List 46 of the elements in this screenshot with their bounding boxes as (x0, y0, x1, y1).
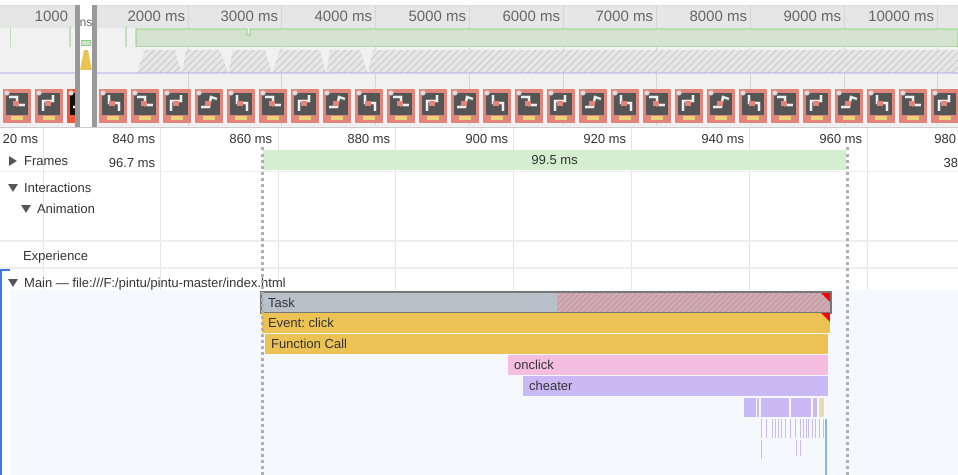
overview-tick-label: 6000 ms (502, 8, 560, 26)
overview-tick-label: 3000 ms (220, 8, 278, 26)
time-ruler-label: 860 ms (229, 131, 272, 147)
time-ruler-label: 980 (934, 131, 956, 147)
track-label[interactable]: Frames (24, 151, 68, 170)
frame-duration: 96.7 ms (108, 154, 155, 172)
track-label[interactable]: Animation (37, 199, 95, 218)
entry-label: Event: click (267, 314, 334, 332)
frame-bar[interactable]: 99.5 ms (263, 150, 846, 170)
entry-label: cheater (528, 377, 572, 396)
track-label[interactable]: Experience (23, 246, 88, 266)
overview-tick-label: ns (80, 15, 92, 29)
time-ruler-label: 840 ms (112, 131, 155, 147)
collapsed-triangle-icon[interactable] (8, 156, 18, 166)
entry-label: Function Call (270, 335, 347, 354)
track-label[interactable]: Interactions (24, 178, 92, 198)
flame-chart-entry[interactable]: onclick (508, 355, 828, 375)
expanded-triangle-icon[interactable] (8, 278, 18, 288)
overview-tick-label: 10000 ms (868, 8, 934, 26)
time-ruler-label: 900 ms (465, 131, 508, 147)
frame-duration: 99.5 ms (531, 151, 578, 170)
overview-tick-label: 2000 ms (127, 8, 185, 26)
warning-corner-icon (821, 293, 830, 302)
overview-tick-label: 5000 ms (408, 8, 466, 26)
time-ruler-label: 920 ms (583, 131, 626, 147)
overview-tick-label: 4000 ms (314, 8, 372, 26)
expanded-triangle-icon[interactable] (8, 182, 18, 193)
overview-tick-label: 8000 ms (689, 8, 747, 26)
overview-tick-label: 1000 (34, 8, 68, 26)
overview-tick-label: 9000 ms (783, 8, 841, 26)
flame-chart-entry[interactable]: Function Call (265, 334, 828, 354)
time-ruler-label: 960 ms (819, 131, 862, 147)
time-ruler-label: 20 ms (2, 131, 38, 147)
selection-window[interactable]: ns (75, 5, 97, 127)
expanded-triangle-icon[interactable] (21, 204, 31, 214)
entry-label: onclick (513, 356, 554, 374)
flame-chart-entry[interactable]: Event: click (262, 313, 830, 333)
flame-chart-entry[interactable]: cheater (523, 376, 828, 396)
warning-corner-icon (821, 313, 830, 322)
time-ruler-label: 880 ms (347, 131, 390, 147)
flame-chart-entry[interactable]: Task (260, 291, 832, 314)
time-ruler-label: 940 ms (701, 131, 744, 147)
entry-label: Task (267, 294, 295, 312)
overview-tick-label: 7000 ms (595, 8, 653, 26)
frame-duration: 38 (944, 154, 958, 172)
track-label[interactable]: Main — file:///F:/pintu/pintu-master/index.html (24, 273, 286, 292)
